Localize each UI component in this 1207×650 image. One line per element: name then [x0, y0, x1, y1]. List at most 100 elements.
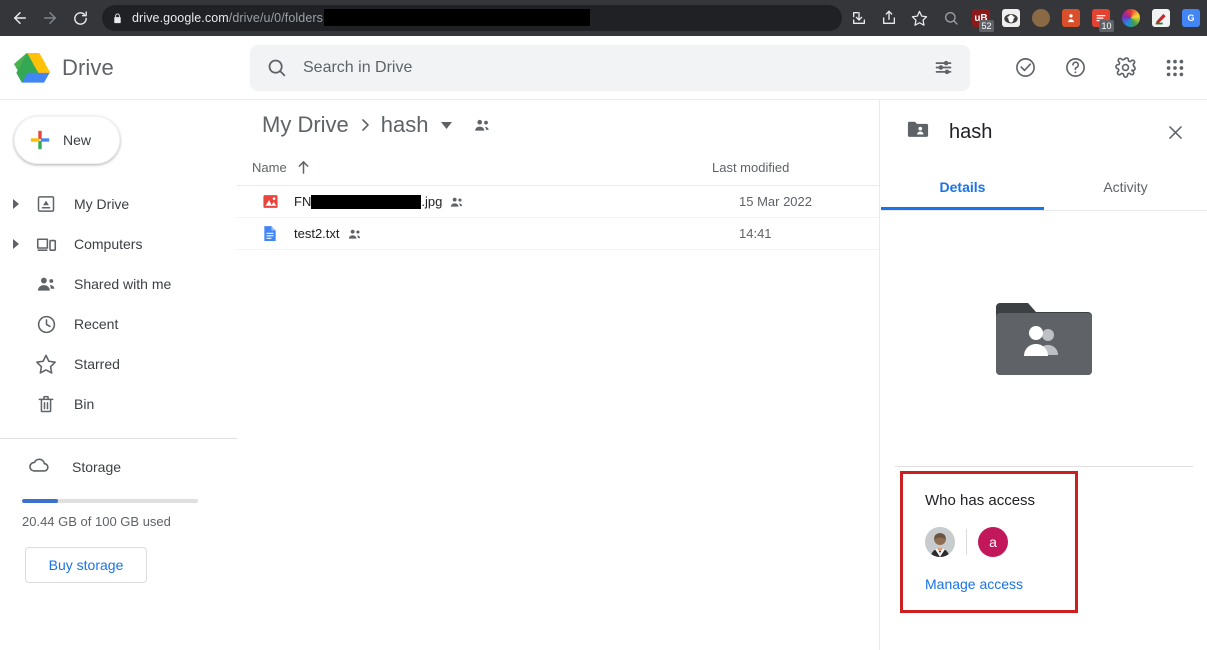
bookmark-star-icon	[911, 10, 927, 26]
sidebar-item-my-drive[interactable]: My Drive	[0, 184, 225, 224]
brand-name: Drive	[62, 54, 114, 80]
lock-icon	[112, 12, 123, 25]
header-icons	[1003, 46, 1207, 90]
forward-arrow-icon	[44, 12, 56, 24]
breadcrumb-my-drive[interactable]: My Drive	[262, 112, 349, 138]
support-button[interactable]	[1003, 46, 1047, 90]
settings-button[interactable]	[1103, 46, 1147, 90]
reload-button[interactable]	[66, 4, 94, 32]
search-bar[interactable]	[250, 44, 970, 91]
file-name-prefix: FN	[294, 194, 312, 209]
column-header-last-modified[interactable]: Last modified	[712, 160, 789, 175]
trash-bin-icon	[28, 394, 64, 414]
who-has-access-title: Who has access	[925, 492, 1036, 509]
support-check-icon	[1015, 58, 1035, 77]
tab-details[interactable]: Details	[881, 164, 1044, 210]
address-bar[interactable]: drive.google.com/drive/u/0/folders	[102, 5, 842, 31]
sidebar-item-shared-with-me[interactable]: Shared with me	[0, 264, 225, 304]
breadcrumb-separator-icon	[359, 117, 371, 133]
computers-icon	[28, 234, 64, 255]
sidebar: New My Drive Computers Shared with me Re…	[0, 100, 237, 650]
text-file-icon	[252, 225, 288, 242]
browser-chrome: drive.google.com/drive/u/0/folders uB 52…	[0, 0, 1207, 36]
google-apps-button[interactable]	[1153, 46, 1197, 90]
install-button[interactable]	[844, 4, 874, 32]
new-button[interactable]: New	[14, 116, 120, 164]
search-input[interactable]	[303, 58, 933, 77]
bookmark-button[interactable]	[904, 4, 934, 32]
url-redaction-bar	[324, 8, 591, 26]
table-row[interactable]: FN .jpg 15 Mar 2022	[237, 186, 879, 218]
sidebar-item-label: Bin	[74, 396, 95, 412]
forward-button[interactable]	[36, 4, 64, 32]
back-arrow-icon	[14, 12, 26, 24]
sidebar-item-label: Starred	[74, 356, 120, 372]
chevron-down-icon[interactable]	[440, 121, 452, 129]
buy-storage-button[interactable]: Buy storage	[25, 547, 147, 583]
extension-highlighter[interactable]	[1146, 3, 1176, 33]
shared-people-icon	[348, 228, 362, 240]
url-path: /drive/u/0/folders	[228, 10, 324, 25]
column-name-label: Name	[252, 160, 287, 175]
squirrel-icon	[1032, 9, 1050, 27]
expand-caret-icon[interactable]	[4, 239, 28, 249]
extension-color-picker[interactable]	[1116, 3, 1146, 33]
clock-icon	[28, 314, 64, 335]
settings-gear-icon	[1114, 57, 1136, 78]
omnibox-actions	[844, 4, 934, 32]
tab-activity[interactable]: Activity	[1044, 164, 1207, 210]
breadcrumb: My Drive hash	[237, 100, 879, 150]
details-tabs: Details Activity	[881, 164, 1207, 210]
details-divider	[895, 466, 1193, 467]
storage-label: Storage	[72, 459, 122, 475]
file-name-suffix: .jpg	[421, 194, 443, 209]
extension-todoist[interactable]: 10	[1086, 3, 1116, 33]
storage-progress-fill	[22, 499, 58, 503]
google-apps-grid-icon	[1166, 59, 1184, 76]
sidebar-nav-list: My Drive Computers Shared with me Recent…	[0, 184, 237, 424]
file-last-modified: 15 Mar 2022	[739, 194, 812, 209]
extension-badger[interactable]	[996, 3, 1026, 33]
extension-google-docs-offline[interactable]: G	[1176, 3, 1206, 33]
file-name-redaction-bar	[311, 194, 422, 209]
extension-search-magnifier[interactable]	[936, 3, 966, 33]
user-avatar-letter[interactable]: a	[978, 527, 1008, 557]
extension-squirrel[interactable]	[1026, 3, 1056, 33]
column-header-name[interactable]: Name	[252, 160, 712, 175]
shared-with-me-icon	[28, 274, 64, 295]
avatar-separator	[966, 529, 967, 555]
color-picker-icon	[1122, 9, 1140, 27]
file-name-prefix: test2.txt	[294, 226, 340, 241]
share-icon	[883, 10, 895, 24]
lastpass-icon	[1062, 9, 1080, 27]
expand-caret-icon[interactable]	[4, 199, 28, 209]
table-row[interactable]: test2.txt 14:41	[237, 218, 879, 250]
storage-link[interactable]: Storage	[0, 447, 237, 487]
manage-access-link[interactable]: Manage access	[925, 576, 1075, 592]
user-avatar-photo[interactable]	[925, 527, 955, 557]
breadcrumb-current[interactable]: hash	[381, 112, 429, 138]
search-magnifier-icon	[945, 12, 958, 25]
sidebar-item-recent[interactable]: Recent	[0, 304, 225, 344]
browser-nav-buttons	[0, 4, 94, 32]
share-button[interactable]	[874, 4, 904, 32]
todoist-badge: 10	[1099, 20, 1114, 32]
file-name: test2.txt	[294, 226, 739, 241]
details-title: hash	[949, 120, 993, 143]
storage-progress-track	[22, 499, 198, 503]
sidebar-item-label: My Drive	[74, 196, 130, 212]
storage-used-text: 20.44 GB of 100 GB used	[22, 514, 171, 529]
help-button[interactable]	[1053, 46, 1097, 90]
drive-brand[interactable]: Drive	[0, 51, 250, 85]
back-button[interactable]	[6, 4, 34, 32]
extension-lastpass[interactable]	[1056, 3, 1086, 33]
sidebar-item-bin[interactable]: Bin	[0, 384, 225, 424]
main-content: My Drive hash Name Last modified FN .jpg…	[237, 100, 880, 650]
my-drive-icon	[28, 194, 64, 214]
sidebar-item-starred[interactable]: Starred	[0, 344, 225, 384]
close-icon[interactable]	[1157, 114, 1193, 150]
file-name: FN .jpg	[294, 194, 739, 209]
search-options-icon[interactable]	[933, 57, 954, 78]
sidebar-item-computers[interactable]: Computers	[0, 224, 225, 264]
extension-ublock-origin[interactable]: uB 52	[966, 3, 996, 33]
